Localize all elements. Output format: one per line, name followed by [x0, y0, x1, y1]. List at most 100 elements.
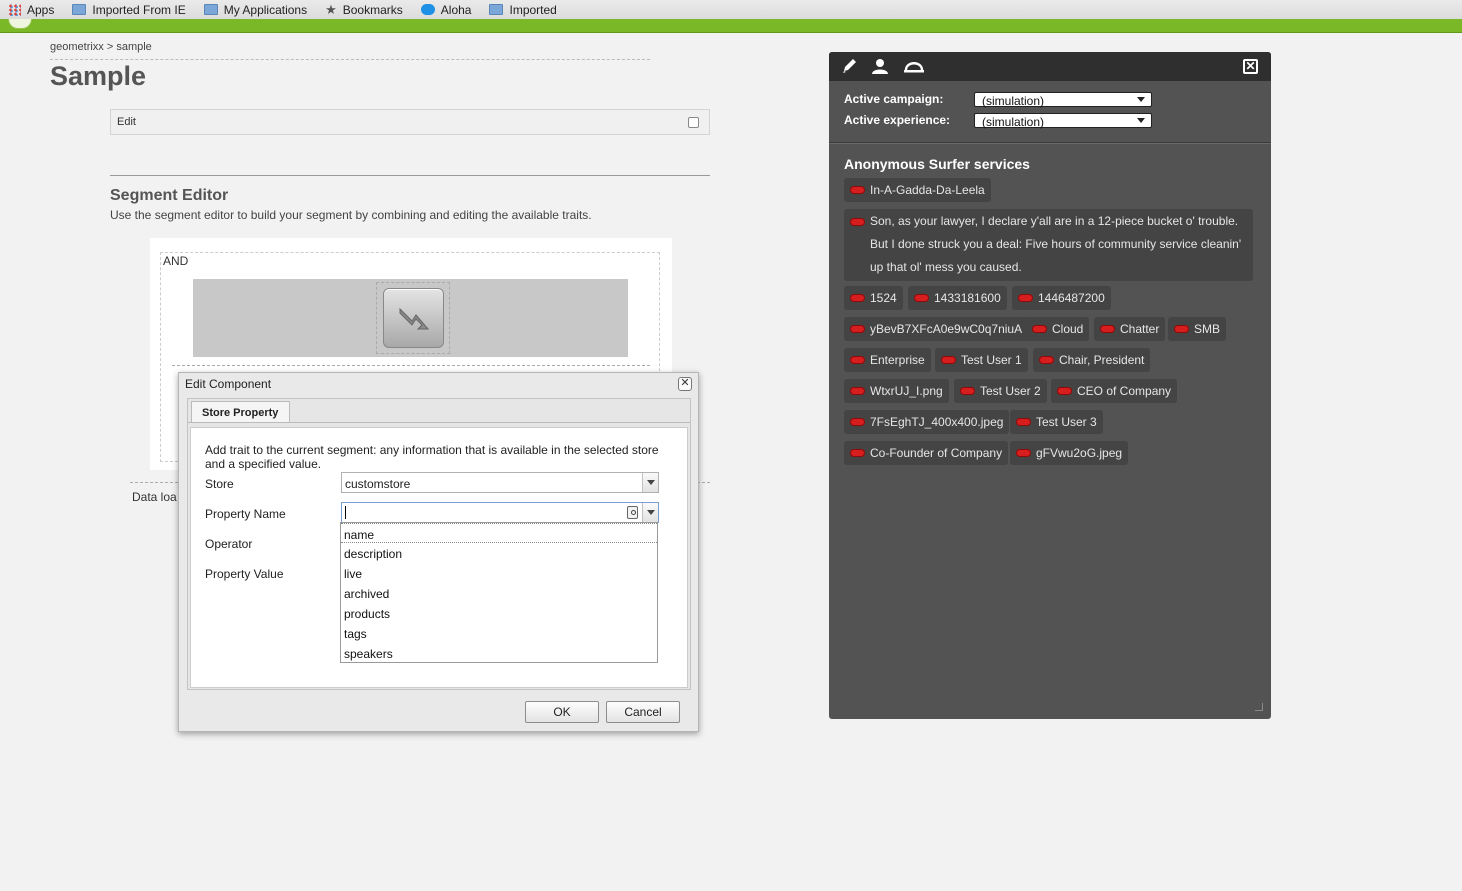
toggle-icon[interactable] — [1032, 325, 1047, 333]
client-context-panel: ✕ Active campaign: (simulation) Active e… — [829, 52, 1271, 719]
bookmark-imported[interactable]: Imported — [489, 2, 557, 17]
bookmark-imported-from-ie[interactable]: Imported From IE — [72, 3, 186, 17]
bookmark-label: My Applications — [223, 2, 308, 17]
toggle-icon[interactable] — [1016, 449, 1031, 457]
service-chip[interactable]: 1446487200 — [1012, 286, 1111, 310]
service-chip[interactable]: 1433181600 — [908, 286, 1007, 310]
bookmark-aloha[interactable]: Aloha — [420, 2, 472, 17]
toggle-icon[interactable] — [1018, 294, 1033, 302]
folder-icon — [203, 4, 218, 15]
chip-label: Test User 1 — [961, 353, 1022, 367]
cancel-button[interactable]: Cancel — [606, 701, 680, 723]
dropdown-option[interactable]: tags — [341, 623, 657, 643]
toggle-icon[interactable] — [850, 294, 865, 302]
service-chip[interactable]: Cloud — [1026, 317, 1090, 341]
operator-label: Operator — [205, 537, 253, 551]
store-select-value: customstore — [345, 477, 411, 491]
service-chip[interactable]: 7FsEghTJ_400x400.jpeg — [844, 410, 1010, 434]
toggle-icon[interactable] — [1016, 418, 1031, 426]
toggle-icon[interactable] — [914, 294, 929, 302]
service-chip[interactable]: 1524 — [844, 286, 903, 310]
service-chip[interactable]: CEO of Company — [1051, 379, 1178, 403]
bookmark-apps[interactable]: Apps — [8, 3, 54, 17]
active-campaign-select[interactable]: (simulation) — [974, 92, 1152, 108]
help-text: Add trait to the current segment: any in… — [205, 443, 659, 471]
service-chip[interactable]: gFVwu2oG.jpeg — [1010, 441, 1129, 465]
service-chip[interactable]: SMB — [1168, 317, 1227, 341]
dropdown-option[interactable]: speakers — [341, 643, 657, 663]
bookmark-my-applications[interactable]: My Applications — [203, 2, 308, 17]
service-chip[interactable]: In-A-Gadda-Da-Leela — [844, 178, 991, 202]
toggle-icon[interactable] — [941, 356, 956, 364]
active-experience-label: Active experience: — [844, 113, 951, 127]
chevron-down-icon[interactable] — [642, 473, 658, 492]
chip-label: 7FsEghTJ_400x400.jpeg — [870, 415, 1004, 429]
bookmarks-bar: Apps Imported From IE My Applications ★ … — [0, 0, 1462, 19]
undo-icon[interactable] — [903, 58, 924, 76]
service-chip[interactable]: Co-Founder of Company — [844, 441, 1009, 465]
dialog-title: Edit Component — [185, 377, 272, 391]
toggle-icon[interactable] — [1100, 325, 1115, 333]
toggle-icon[interactable] — [850, 186, 865, 194]
store-label: Store — [205, 477, 234, 491]
segment-editor-title: Segment Editor — [110, 187, 229, 204]
toggle-icon[interactable] — [850, 449, 865, 457]
property-name-input[interactable] — [341, 502, 659, 523]
store-select[interactable]: customstore — [341, 472, 659, 493]
tab-store-property[interactable]: Store Property — [191, 401, 290, 423]
toggle-icon[interactable] — [960, 387, 975, 395]
page-title: Sample — [50, 61, 147, 91]
chip-label: 1446487200 — [1038, 291, 1105, 305]
breadcrumb[interactable]: geometrixx > sample — [50, 41, 152, 53]
chip-label: Son, as your lawyer, I declare y'all are… — [870, 214, 1242, 274]
chip-label: Test User 2 — [980, 384, 1041, 398]
service-chip[interactable]: Chair, President — [1033, 348, 1151, 372]
resize-handle-icon[interactable] — [1255, 703, 1263, 711]
close-icon[interactable]: ✕ — [678, 377, 692, 391]
dropdown-option[interactable]: archived — [341, 583, 657, 603]
toggle-icon[interactable] — [850, 387, 865, 395]
ok-button[interactable]: OK — [525, 701, 599, 723]
user-icon[interactable] — [871, 58, 891, 76]
active-experience-select[interactable]: (simulation) — [974, 113, 1152, 129]
chevron-down-icon[interactable] — [642, 503, 658, 522]
chip-label: Enterprise — [870, 353, 925, 367]
cms-toolbar — [0, 19, 1462, 33]
service-chip[interactable]: Test User 2 — [954, 379, 1047, 403]
chip-label: Chair, President — [1059, 353, 1145, 367]
chip-label: Chatter — [1120, 322, 1160, 336]
context-picker-icon[interactable] — [627, 506, 638, 519]
toggle-icon[interactable] — [1057, 387, 1072, 395]
text-caret — [345, 506, 346, 519]
active-experience-value: (simulation) — [982, 115, 1045, 129]
dropdown-option[interactable]: name — [341, 523, 657, 543]
chip-label: 1524 — [870, 291, 897, 305]
dropdown-option[interactable]: products — [341, 603, 657, 623]
edit-checkbox[interactable] — [688, 117, 699, 128]
dropdown-option[interactable]: live — [341, 563, 657, 583]
pencil-icon[interactable] — [841, 58, 861, 76]
service-chip[interactable]: Enterprise — [844, 348, 931, 372]
chip-label: yBevB7XFcA0e9wC0q7niuA — [870, 322, 1023, 336]
toggle-icon[interactable] — [850, 418, 865, 426]
close-icon[interactable]: ✕ — [1243, 59, 1258, 74]
edit-bar[interactable]: Edit — [110, 109, 710, 135]
dropdown-option[interactable]: description — [341, 543, 657, 563]
bookmark-label: Aloha — [440, 2, 472, 17]
service-chip[interactable]: yBevB7XFcA0e9wC0q7niuA — [844, 317, 1029, 341]
toggle-icon[interactable] — [1174, 325, 1189, 333]
data-loaded-text: Data loa — [132, 490, 177, 504]
drag-drop-icon[interactable] — [383, 288, 444, 348]
toggle-icon[interactable] — [850, 356, 865, 364]
service-chip[interactable]: Son, as your lawyer, I declare y'all are… — [844, 209, 1253, 281]
toggle-icon[interactable] — [850, 218, 865, 226]
bookmark-bookmarks[interactable]: ★ Bookmarks — [325, 3, 403, 17]
toggle-icon[interactable] — [1039, 356, 1054, 364]
bookmark-label: Imported — [509, 2, 557, 17]
service-chip[interactable]: WtxrUJ_I.png — [844, 379, 949, 403]
toggle-icon[interactable] — [850, 325, 865, 333]
service-chip[interactable]: Chatter — [1094, 317, 1166, 341]
chevron-down-icon — [1137, 118, 1145, 127]
service-chip[interactable]: Test User 1 — [935, 348, 1028, 372]
service-chip[interactable]: Test User 3 — [1010, 410, 1103, 434]
